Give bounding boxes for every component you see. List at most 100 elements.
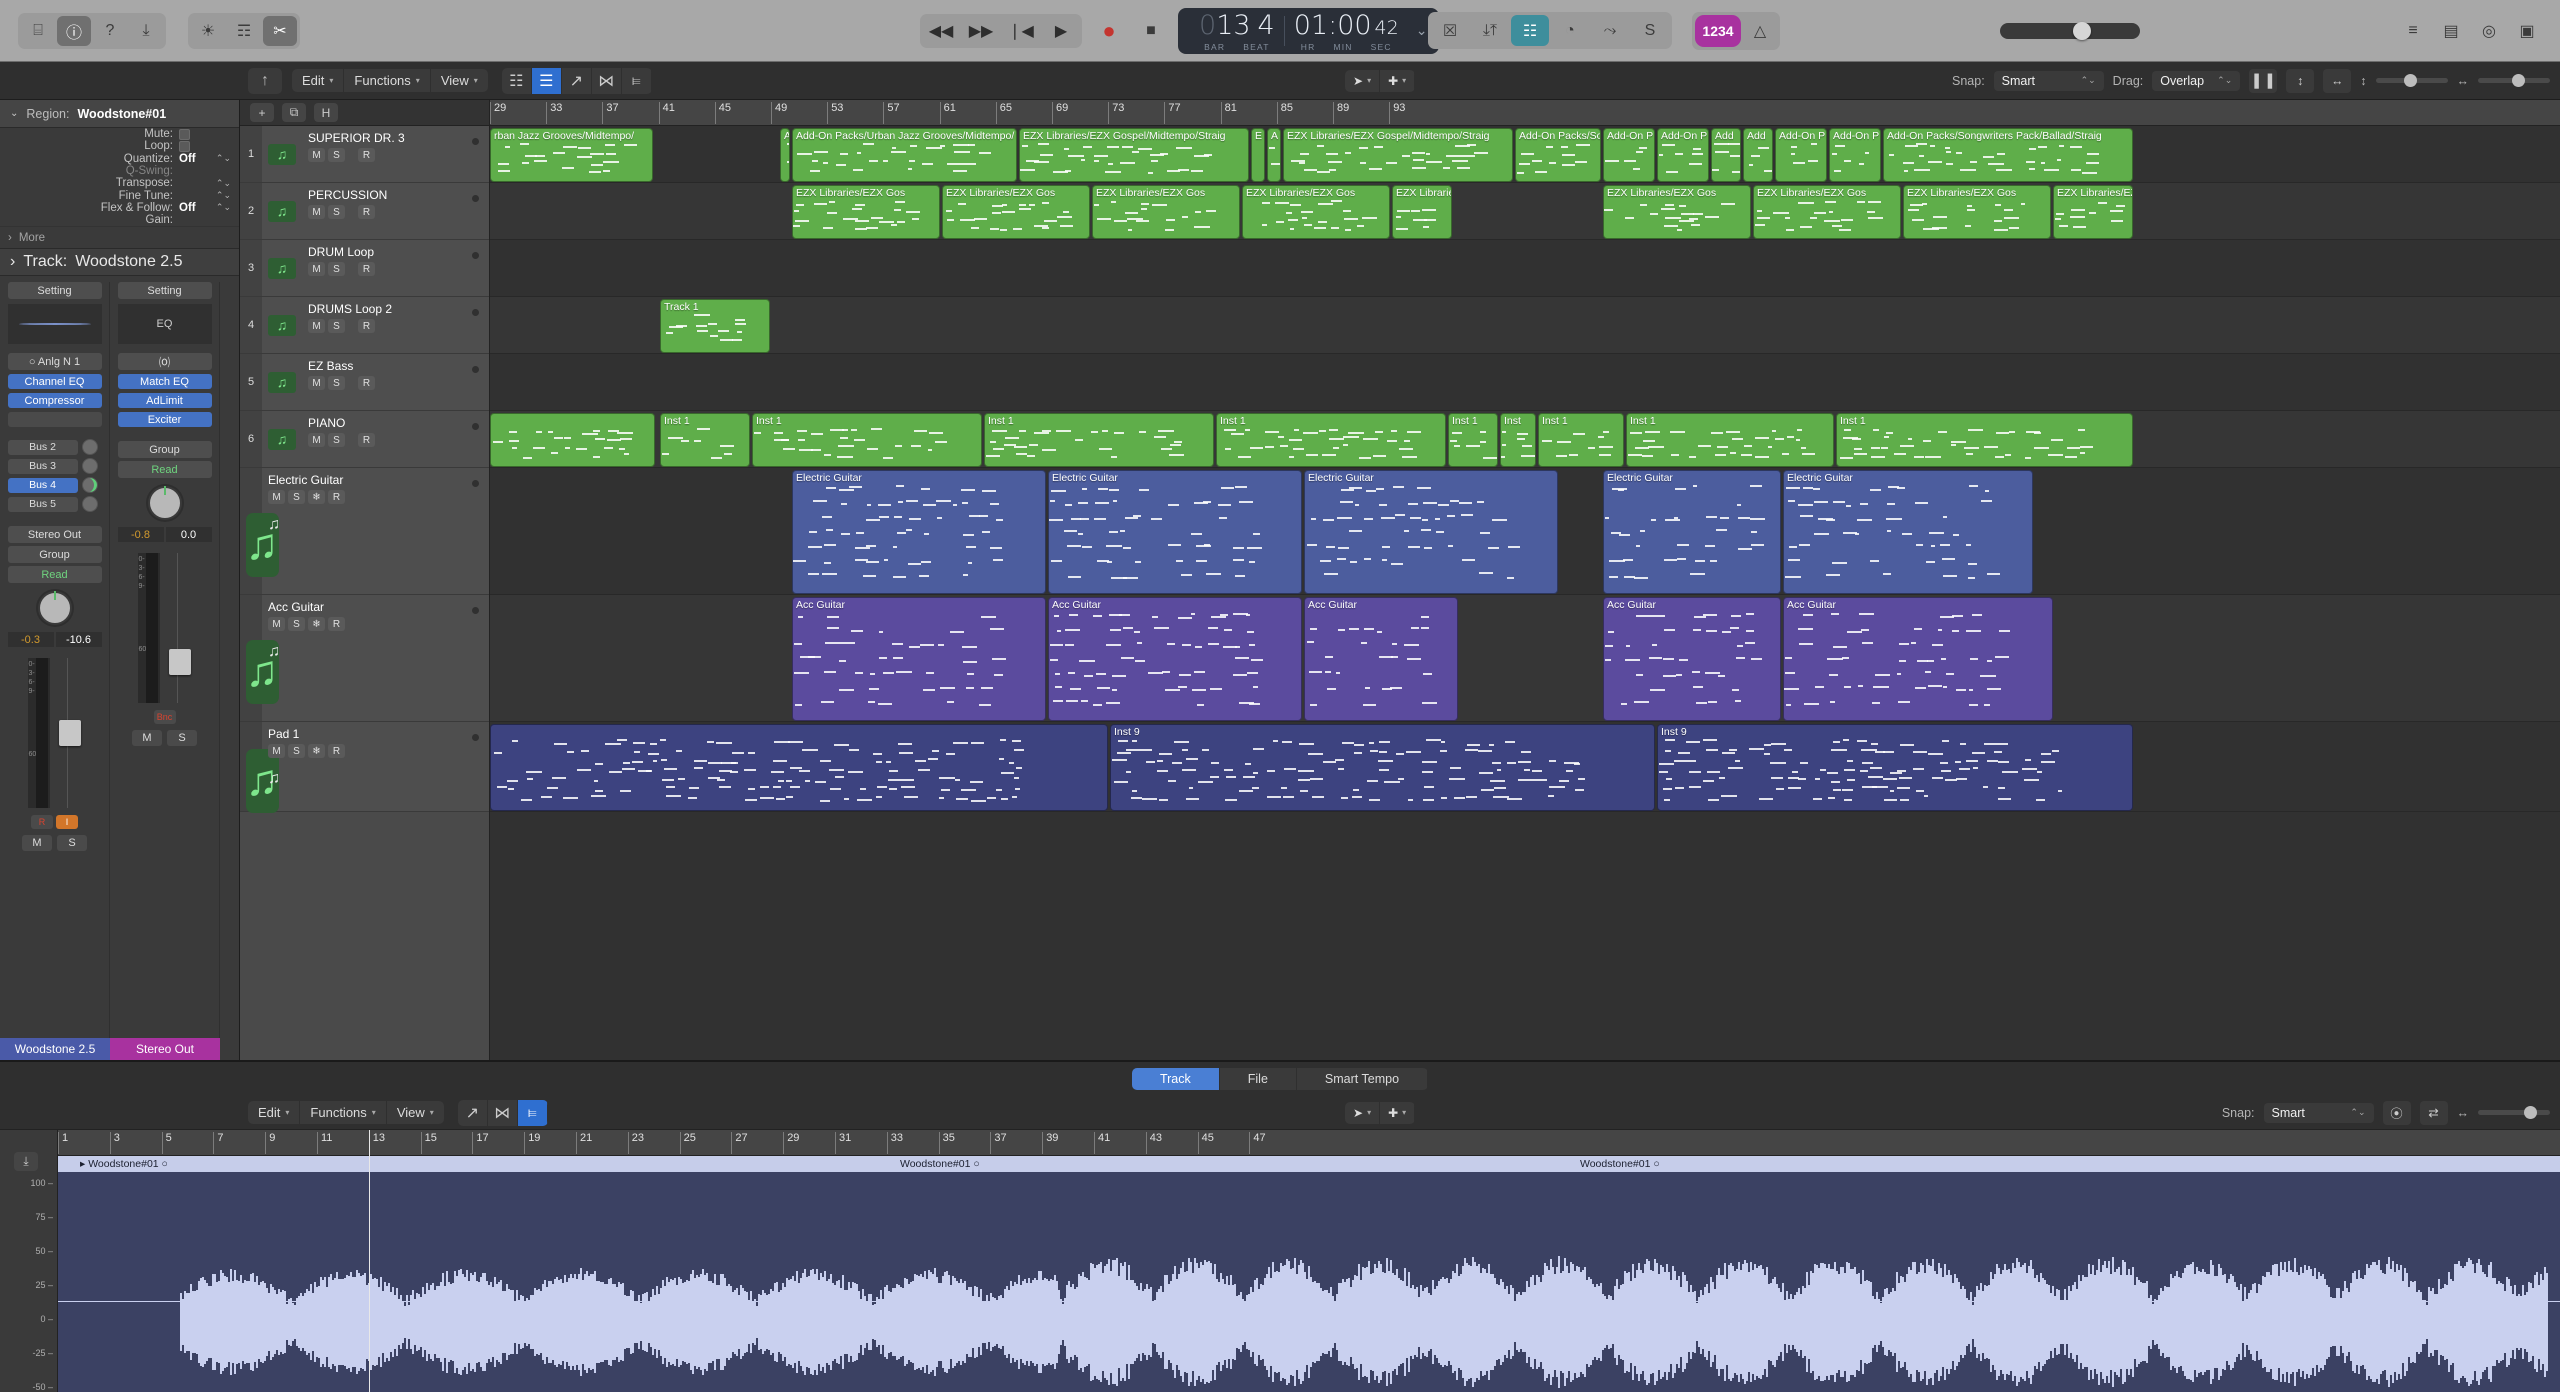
track-row-5[interactable]: 6 ♫ PIANO M S R: [240, 411, 489, 468]
region-7[interactable]: Add-On Packs/Songwr: [1515, 128, 1601, 182]
midi-in-icon[interactable]: ⤳: [1591, 15, 1629, 46]
region-33[interactable]: Inst 1: [1626, 413, 1834, 467]
track-mute-button-6[interactable]: M: [268, 490, 285, 504]
play-button[interactable]: ▶: [1046, 17, 1076, 45]
track-record-enable-button-4[interactable]: R: [358, 376, 375, 390]
tuner-icon[interactable]: ◔: [1551, 15, 1589, 46]
notes-icon[interactable]: ▤: [2434, 16, 2468, 46]
strip-insert-0-1[interactable]: Compressor: [8, 393, 102, 408]
menu-view[interactable]: View ▾: [431, 69, 488, 92]
region-30[interactable]: Inst 1: [1448, 413, 1498, 467]
region-twisty-icon[interactable]: ⌄: [10, 108, 18, 119]
link-icon[interactable]: ⇄: [2420, 1101, 2448, 1125]
loop-browser-icon[interactable]: ◎: [2472, 16, 2506, 46]
region-inspector-header[interactable]: ⌄ Region: Woodstone#01: [0, 100, 239, 128]
region-24[interactable]: Track 1: [660, 299, 770, 353]
track-record-enable-button-1[interactable]: R: [358, 205, 375, 219]
toolbar-icon[interactable]: ⤓: [129, 16, 163, 46]
region-4[interactable]: E: [1251, 128, 1265, 182]
strip-input-button-1[interactable]: ⒪: [118, 353, 212, 370]
track-automation-dot-6[interactable]: [472, 480, 479, 487]
snap-dropdown[interactable]: Smart ⌃⌄: [1994, 71, 2104, 91]
region-46[interactable]: Inst 9: [1110, 724, 1655, 811]
record-button[interactable]: ●: [1094, 17, 1124, 45]
strip-group-button-0[interactable]: Group: [8, 546, 102, 563]
strip-insert-0-0[interactable]: Channel EQ: [8, 374, 102, 389]
strip-insert-0-2[interactable]: [8, 412, 102, 427]
strip-eq-display-0[interactable]: [8, 304, 102, 344]
go-to-beginning-button[interactable]: ❘◀: [1006, 17, 1036, 45]
strip-input-monitor-0[interactable]: I: [56, 815, 78, 829]
strip-name-1[interactable]: Stereo Out: [110, 1038, 220, 1060]
region-44[interactable]: Acc Guitar: [1783, 597, 2053, 721]
region-29[interactable]: Inst 1: [1216, 413, 1446, 467]
strip-fader-0[interactable]: [58, 658, 82, 808]
editor-automation-icon[interactable]: ↗: [458, 1100, 488, 1126]
region-43[interactable]: Acc Guitar: [1603, 597, 1781, 721]
region-41[interactable]: Acc Guitar: [1048, 597, 1302, 721]
track-record-enable-button-5[interactable]: R: [358, 433, 375, 447]
strip-mute-button-0[interactable]: M: [22, 835, 52, 851]
track-record-enable-button-8[interactable]: R: [328, 744, 345, 758]
strip-insert-1-1[interactable]: AdLimit: [118, 393, 212, 408]
track-record-enable-button-2[interactable]: R: [358, 262, 375, 276]
strip-insert-1-2[interactable]: Exciter: [118, 412, 212, 427]
track-freeze-button-6[interactable]: ❄: [308, 490, 325, 504]
region-3[interactable]: EZX Libraries/EZX Gospel/Midtempo/Straig: [1019, 128, 1249, 182]
strip-pan-knob-1[interactable]: [148, 486, 182, 520]
editor-flex-icon[interactable]: ⋈: [488, 1100, 518, 1126]
strip-send-0-3[interactable]: Bus 5: [8, 497, 78, 512]
track-row-4[interactable]: 5 ♫ EZ Bass M S R: [240, 354, 489, 411]
editor-waveform[interactable]: [58, 1172, 2560, 1392]
track-automation-dot-7[interactable]: [472, 607, 479, 614]
automation-icon[interactable]: ↗: [562, 68, 592, 94]
track-icon-5[interactable]: ♫: [262, 411, 302, 467]
region-param-stepper-5[interactable]: ⌃⌄: [216, 190, 231, 201]
strip-output-button-0[interactable]: Stereo Out: [8, 526, 102, 543]
region-31[interactable]: Inst: [1500, 413, 1536, 467]
track-mute-button-2[interactable]: M: [308, 262, 325, 276]
track-row-7[interactable]: 8♫Acc GuitarMS❄R♫: [240, 595, 489, 722]
library-icon[interactable]: ⌸: [21, 16, 55, 46]
horizontal-zoom-icon[interactable]: ↔: [2323, 69, 2351, 93]
punch-in-icon[interactable]: ⤓⤒: [1471, 15, 1509, 46]
strip-pan-knob-0[interactable]: [38, 591, 72, 625]
master-volume-slider[interactable]: [2000, 23, 2140, 39]
strip-rec-button-0[interactable]: R: [31, 815, 53, 829]
track-row-2[interactable]: 3 ♫ DRUM Loop M S R: [240, 240, 489, 297]
editor-playhead[interactable]: [369, 1130, 370, 1392]
track-solo-button-4[interactable]: S: [328, 376, 345, 390]
grid-view-icon[interactable]: ☷: [502, 68, 532, 94]
region-42[interactable]: Acc Guitar: [1304, 597, 1458, 721]
fader-handle-0[interactable]: [59, 720, 81, 746]
track-large-icon-8[interactable]: ♫: [268, 770, 489, 788]
region-0[interactable]: rban Jazz Grooves/Midtempo/: [490, 128, 653, 182]
track-twisty-icon[interactable]: ›: [10, 253, 15, 271]
menu-functions[interactable]: Functions ▾: [344, 69, 430, 92]
track-icon-4[interactable]: ♫: [262, 354, 302, 410]
region-23[interactable]: EZX Libraries/EZX Gos: [2053, 185, 2133, 239]
duplicate-track-button[interactable]: ⧉: [282, 103, 306, 122]
region-9[interactable]: Add-On P: [1657, 128, 1709, 182]
strip-send-knob-0-3[interactable]: [82, 496, 98, 512]
track-automation-dot-1[interactable]: [472, 195, 479, 202]
region-40[interactable]: Acc Guitar: [792, 597, 1046, 721]
track-solo-button-7[interactable]: S: [288, 617, 305, 631]
track-inspector-header[interactable]: › Track: Woodstone 2.5: [0, 248, 239, 276]
editor-waveform-area[interactable]: 1 3 5 7 9 11 13 15 17 19 21 23 25 27 29 31 33 35 37 39 41 43 4…: [58, 1130, 2560, 1392]
strip-name-0[interactable]: Woodstone 2.5: [0, 1038, 110, 1060]
catch-playhead-icon[interactable]: ⦿: [2383, 1101, 2411, 1125]
track-solo-button-6[interactable]: S: [288, 490, 305, 504]
track-mute-button-1[interactable]: M: [308, 205, 325, 219]
track-automation-dot-5[interactable]: [472, 423, 479, 430]
region-17[interactable]: EZX Libraries/EZX Gos: [1092, 185, 1240, 239]
editors-icon[interactable]: ✂: [263, 16, 297, 46]
editor-menu-functions[interactable]: Functions ▾: [300, 1101, 386, 1124]
strip-pan-value-0[interactable]: -0.3: [8, 632, 54, 647]
track-automation-dot-0[interactable]: [472, 138, 479, 145]
metronome-icon[interactable]: △: [1743, 16, 1777, 46]
region-28[interactable]: Inst 1: [984, 413, 1214, 467]
list-view-icon[interactable]: ☰: [532, 68, 562, 94]
editor-import-icon[interactable]: ⤓: [14, 1152, 38, 1171]
lcd-time[interactable]: 01:00 42 HR MIN SEC: [1285, 10, 1408, 52]
